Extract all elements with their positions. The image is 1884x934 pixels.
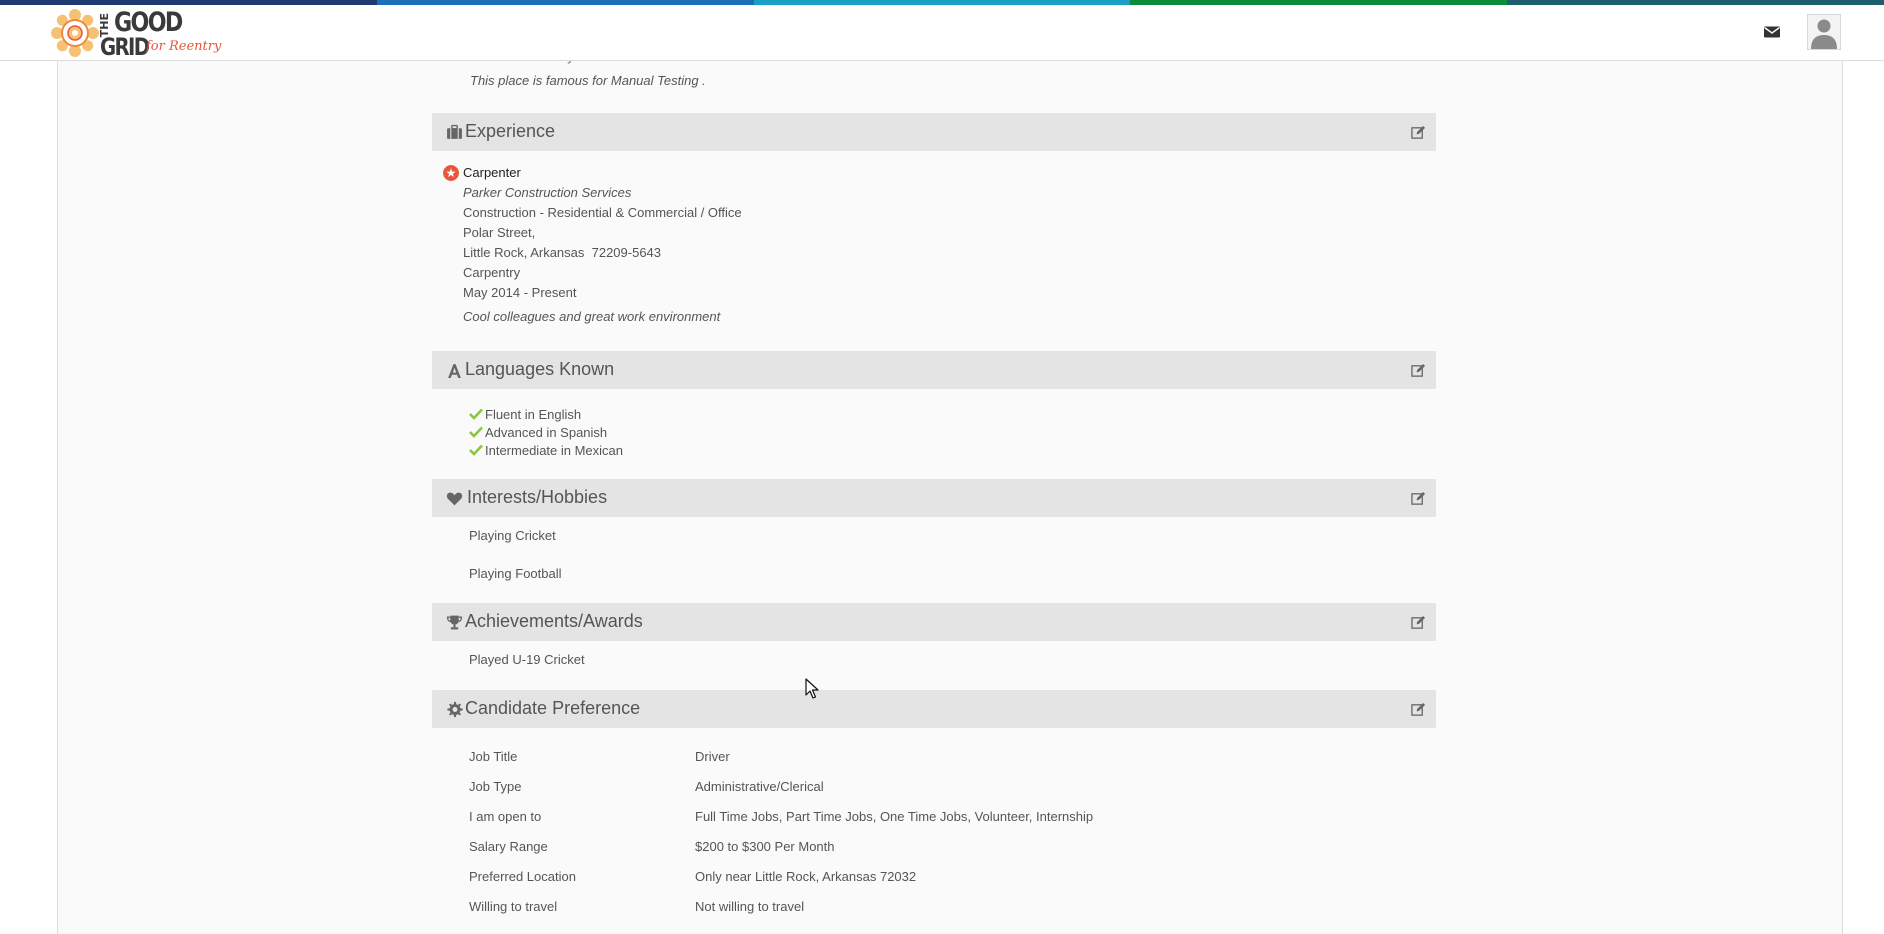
pref-value: Driver xyxy=(695,749,730,764)
pref-label: I am open to xyxy=(469,809,542,824)
experience-section-header: Experience xyxy=(432,113,1436,151)
achievement-item: Played U-19 Cricket xyxy=(469,652,585,667)
user-icon xyxy=(1811,19,1837,49)
site-logo[interactable]: THE GOOD GRID for Reentry xyxy=(50,5,221,61)
preference-section-header: Candidate Preference xyxy=(432,690,1436,728)
mouse-cursor-icon xyxy=(805,678,819,699)
experience-note: Cool colleagues and great work environme… xyxy=(463,309,721,324)
experience-street: Polar Street, xyxy=(463,225,536,240)
table-row: Preferred Location Only near Little Rock… xyxy=(469,869,1369,889)
logo-grid-text: GRID xyxy=(100,33,150,61)
table-row: Willing to travel Not willing to travel xyxy=(469,899,1369,919)
pref-label: Preferred Location xyxy=(469,869,576,884)
language-label: Advanced in Spanish xyxy=(485,425,608,440)
edit-experience-icon[interactable] xyxy=(1411,125,1426,140)
avatar[interactable] xyxy=(1807,14,1841,50)
table-row: Job Title Driver xyxy=(469,749,1369,769)
table-row: Salary Range $200 to $300 Per Month xyxy=(469,839,1369,859)
experience-company: Parker Construction Services xyxy=(463,185,632,200)
edit-achievements-icon[interactable] xyxy=(1411,615,1426,630)
experience-job-title: Carpenter xyxy=(463,165,521,180)
languages-section-header: Languages Known xyxy=(432,351,1436,389)
experience-category: Carpentry xyxy=(463,265,521,280)
experience-city: Little Rock, Arkansas 72209-5643 xyxy=(463,245,662,260)
logo-tagline: for Reentry xyxy=(146,39,222,54)
achievements-section-header: Achievements/Awards xyxy=(432,603,1436,641)
font-icon xyxy=(448,364,461,378)
gear-icon xyxy=(447,701,463,718)
interests-section-header: Interests/Hobbies xyxy=(432,479,1436,517)
interest-item: Playing Football xyxy=(469,566,562,581)
list-item: Fluent in English xyxy=(469,407,581,422)
top-navbar: THE GOOD GRID for Reentry xyxy=(0,5,1884,61)
education-note: This place is famous for Manual Testing … xyxy=(470,73,706,88)
experience-industry: Construction - Residential & Commercial … xyxy=(463,205,742,220)
star-badge-icon xyxy=(443,165,459,181)
pref-value: Administrative/Clerical xyxy=(695,779,824,794)
pref-label: Job Title xyxy=(469,749,518,764)
pref-label: Job Type xyxy=(469,779,522,794)
language-label: Fluent in English xyxy=(485,407,582,422)
briefcase-icon xyxy=(447,124,462,139)
table-row: I am open to Full Time Jobs, Part Time J… xyxy=(469,809,1369,829)
interests-title: Interests/Hobbies xyxy=(467,487,608,507)
edit-interests-icon[interactable] xyxy=(1411,491,1426,506)
pref-value: $200 to $300 Per Month xyxy=(695,839,835,854)
trophy-icon xyxy=(446,615,463,630)
pref-value: Full Time Jobs, Part Time Jobs, One Time… xyxy=(695,809,1094,824)
preference-title: Candidate Preference xyxy=(465,698,641,718)
languages-title: Languages Known xyxy=(465,359,615,379)
pref-label: Salary Range xyxy=(469,839,548,854)
pref-value: Not willing to travel xyxy=(695,899,805,914)
achievements-title: Achievements/Awards xyxy=(465,611,643,631)
pref-label: Willing to travel xyxy=(469,899,558,914)
checkmark-icon xyxy=(469,444,483,456)
envelope-icon[interactable] xyxy=(1763,23,1781,41)
table-row: Job Type Administrative/Clerical xyxy=(469,779,1369,799)
edit-languages-icon[interactable] xyxy=(1411,363,1426,378)
main-content-panel: March 2011 - May 2013 This place is famo… xyxy=(57,0,1843,934)
list-item: Intermediate in Mexican xyxy=(469,443,623,458)
experience-title: Experience xyxy=(465,121,556,141)
language-label: Intermediate in Mexican xyxy=(485,443,624,458)
list-item: Advanced in Spanish xyxy=(469,425,607,440)
pref-value: Only near Little Rock, Arkansas 72032 xyxy=(695,869,917,884)
experience-dates: May 2014 - Present xyxy=(463,285,577,300)
gear-logo-icon xyxy=(51,9,99,57)
interest-item: Playing Cricket xyxy=(469,528,556,543)
heart-icon xyxy=(446,492,463,506)
edit-preference-icon[interactable] xyxy=(1411,702,1426,717)
checkmark-icon xyxy=(469,408,483,420)
checkmark-icon xyxy=(469,426,483,438)
